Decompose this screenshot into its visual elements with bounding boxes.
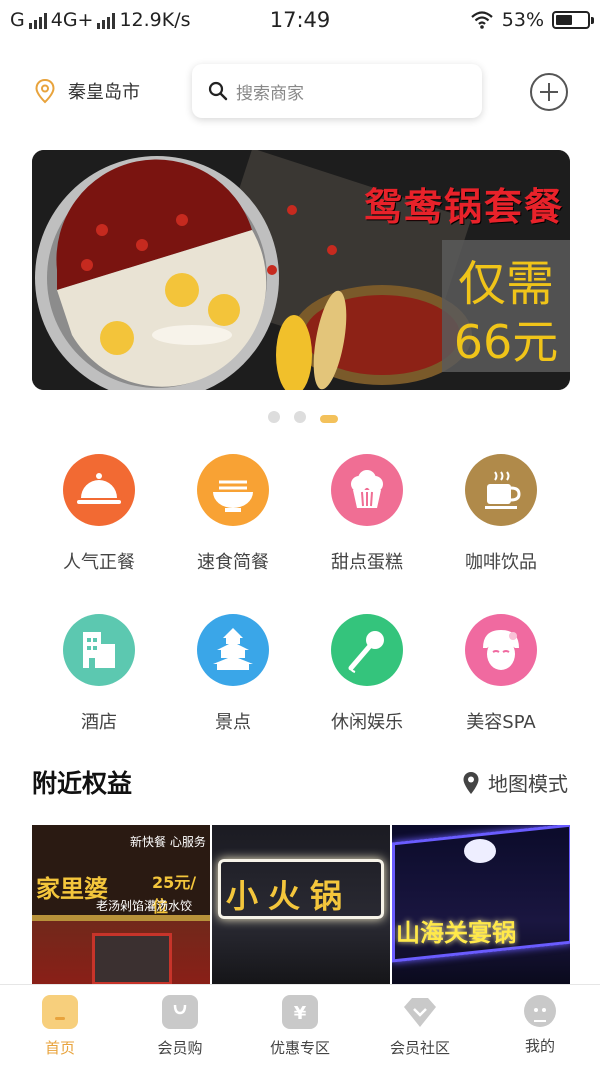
location-pin-icon — [35, 78, 55, 104]
pagination-dot[interactable] — [268, 411, 280, 423]
shop-sign-name: 小火锅 — [226, 877, 353, 915]
category-label: 人气正餐 — [63, 552, 135, 573]
pagination-dot-active[interactable] — [320, 415, 338, 423]
coupon-icon: ¥ — [282, 995, 318, 1029]
category-label: 景点 — [215, 712, 251, 733]
nav-deals[interactable]: ¥ 优惠专区 — [240, 985, 360, 1067]
category-hotel[interactable]: 酒店 — [32, 614, 166, 734]
city-selector[interactable]: 秦皇岛市 — [34, 78, 140, 104]
banner-title: 鸳鸯锅套餐 — [363, 184, 564, 229]
category-label: 咖啡饮品 — [465, 552, 537, 573]
category-icon-bg — [331, 614, 403, 686]
shop-sign-text: 老汤剁馅灌汤水饺 — [96, 899, 193, 913]
nav-community[interactable]: 会员社区 — [360, 985, 480, 1067]
map-mode-label: 地图模式 — [488, 772, 568, 796]
location-marker-icon — [463, 771, 479, 794]
category-popular-meals[interactable]: 人气正餐 — [32, 454, 166, 574]
category-entertainment[interactable]: 休闲娱乐 — [300, 614, 434, 734]
noodle-bowl-icon — [213, 480, 253, 512]
promo-banner[interactable]: 鸳鸯锅套餐 仅需 66元 — [32, 150, 570, 390]
cupcake-icon — [351, 470, 383, 508]
search-bar[interactable]: 搜索商家 — [192, 64, 482, 118]
shop-card[interactable]: 小火锅 — [212, 825, 390, 985]
hotel-building-icon — [83, 632, 115, 668]
shop-sign-name: 山海关宴锅 — [396, 918, 516, 947]
section-title: 附近权益 — [32, 769, 133, 798]
nav-label: 优惠专区 — [269, 1039, 330, 1057]
home-icon — [42, 995, 78, 1029]
shopping-bag-icon — [162, 995, 198, 1029]
pagoda-icon — [213, 628, 253, 670]
nav-label: 首页 — [44, 1039, 75, 1057]
category-icon-bg — [63, 454, 135, 526]
status-bar: G 4G+ 12.9K/s 17:49 53% — [0, 0, 600, 42]
nav-profile[interactable]: 我的 — [480, 985, 600, 1067]
category-icon-bg — [197, 614, 269, 686]
category-beauty-spa[interactable]: 美容SPA — [434, 614, 568, 734]
cloche-icon — [77, 473, 121, 504]
battery-percent: 53% — [501, 9, 544, 31]
nav-member-shop[interactable]: 会员购 — [120, 985, 240, 1067]
nav-home[interactable]: 首页 — [0, 985, 120, 1067]
spa-face-icon — [483, 630, 519, 670]
category-desserts[interactable]: 甜点蛋糕 — [300, 454, 434, 574]
profile-icon — [524, 995, 556, 1027]
banner-pagination — [0, 411, 600, 425]
search-icon — [208, 81, 228, 101]
category-icon-bg — [63, 614, 135, 686]
plus-circle-icon[interactable] — [530, 73, 568, 111]
category-icon-bg — [465, 614, 537, 686]
category-label: 速食简餐 — [197, 552, 269, 573]
city-name: 秦皇岛市 — [68, 82, 140, 103]
category-label: 甜点蛋糕 — [331, 552, 403, 573]
shop-card[interactable]: 家里婆 新快餐 心服务 25元/位 老汤剁馅灌汤水饺 — [32, 825, 210, 985]
diamond-icon — [402, 995, 438, 1029]
category-label: 酒店 — [81, 712, 117, 733]
banner-price-value: 66元 — [453, 315, 559, 369]
pagination-dot[interactable] — [294, 411, 306, 423]
category-icon-bg — [465, 454, 537, 526]
coffee-cup-icon — [485, 471, 521, 509]
category-attractions[interactable]: 景点 — [166, 614, 300, 734]
nav-label: 会员社区 — [389, 1039, 450, 1057]
nav-label: 我的 — [524, 1037, 555, 1055]
svg-text:¥: ¥ — [294, 1003, 307, 1024]
category-coffee-drinks[interactable]: 咖啡饮品 — [434, 454, 568, 574]
category-icon-bg — [197, 454, 269, 526]
banner-price-label: 仅需 — [457, 256, 554, 312]
category-icon-bg — [331, 454, 403, 526]
wifi-icon — [471, 11, 493, 29]
battery-icon — [552, 11, 594, 29]
battery-fill — [556, 15, 572, 25]
search-placeholder: 搜索商家 — [236, 83, 304, 104]
nav-label: 会员购 — [157, 1039, 203, 1057]
category-fast-food[interactable]: 速食简餐 — [166, 454, 300, 574]
map-mode-button[interactable]: 地图模式 — [462, 768, 568, 797]
bottom-nav: 首页 会员购 ¥ 优惠专区 会员社区 我的 — [0, 984, 600, 1067]
shop-sign-extra: 新快餐 心服务 — [130, 835, 206, 849]
category-label: 美容SPA — [466, 712, 536, 733]
shop-card[interactable]: 山海关宴锅 — [392, 825, 570, 985]
category-label: 休闲娱乐 — [331, 712, 403, 733]
microphone-icon — [348, 631, 384, 673]
header: 秦皇岛市 搜索商家 — [0, 60, 600, 122]
nearby-shops-strip: 家里婆 新快餐 心服务 25元/位 老汤剁馅灌汤水饺 小火锅 山海关宴锅 — [32, 825, 570, 985]
banner-price-box: 仅需 66元 — [442, 240, 570, 372]
